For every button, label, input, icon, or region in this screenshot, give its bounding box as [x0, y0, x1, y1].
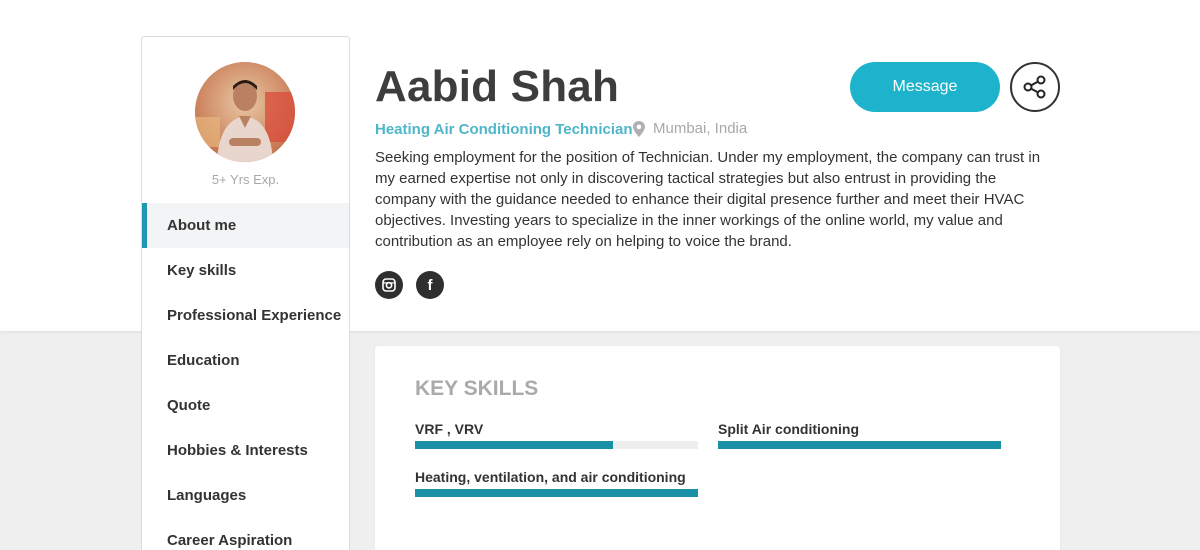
profile-location: Mumbai, India	[633, 120, 747, 137]
location-pin-icon	[633, 120, 645, 137]
skill-label: VRF , VRV	[415, 421, 484, 437]
instagram-icon	[382, 278, 396, 292]
location-text: Mumbai, India	[653, 120, 748, 137]
message-button[interactable]: Message	[850, 62, 1000, 112]
sidebar-item-key-skills[interactable]: Key skills	[142, 248, 349, 293]
skill-bar-fill	[718, 441, 1001, 449]
sidebar-item-professional-experience[interactable]: Professional Experience	[142, 293, 349, 338]
sidebar-nav: About me Key skills Professional Experie…	[142, 203, 349, 550]
sidebar-item-career-aspiration[interactable]: Career Aspiration	[142, 518, 349, 550]
experience-label: 5+ Yrs Exp.	[211, 172, 280, 187]
skill-item: VRF , VRV	[415, 421, 698, 449]
skill-item: Split Air conditioning	[718, 421, 1001, 449]
share-button[interactable]	[1010, 62, 1060, 112]
profile-sidebar: 5+ Yrs Exp. About me Key skills Professi…	[141, 36, 350, 550]
skill-item: Heating, ventilation, and air conditioni…	[415, 469, 698, 497]
sidebar-item-about-me[interactable]: About me	[142, 203, 349, 248]
sidebar-item-languages[interactable]: Languages	[142, 473, 349, 518]
instagram-link[interactable]	[375, 271, 403, 299]
skill-bar	[415, 489, 698, 497]
skill-label: Heating, ventilation, and air conditioni…	[415, 469, 686, 485]
sidebar-item-education[interactable]: Education	[142, 338, 349, 383]
share-icon	[1023, 75, 1046, 99]
key-skills-card: KEY SKILLS VRF , VRV Split Air condition…	[375, 346, 1060, 550]
skill-bar-fill	[415, 441, 614, 449]
facebook-icon: f	[427, 276, 433, 294]
profile-name: Aabid Shah	[375, 62, 620, 111]
profile-bio: Seeking employment for the position of T…	[375, 149, 1041, 250]
skill-bar-fill	[415, 489, 698, 497]
key-skills-title: KEY SKILLS	[415, 377, 539, 400]
avatar	[195, 62, 295, 162]
skill-bar	[415, 441, 698, 449]
sidebar-item-hobbies-interests[interactable]: Hobbies & Interests	[142, 428, 349, 473]
profile-role: Heating Air Conditioning Technician	[375, 121, 633, 138]
facebook-link[interactable]: f	[416, 271, 444, 299]
skill-label: Split Air conditioning	[718, 421, 860, 437]
sidebar-item-quote[interactable]: Quote	[142, 383, 349, 428]
skill-bar	[718, 441, 1001, 449]
